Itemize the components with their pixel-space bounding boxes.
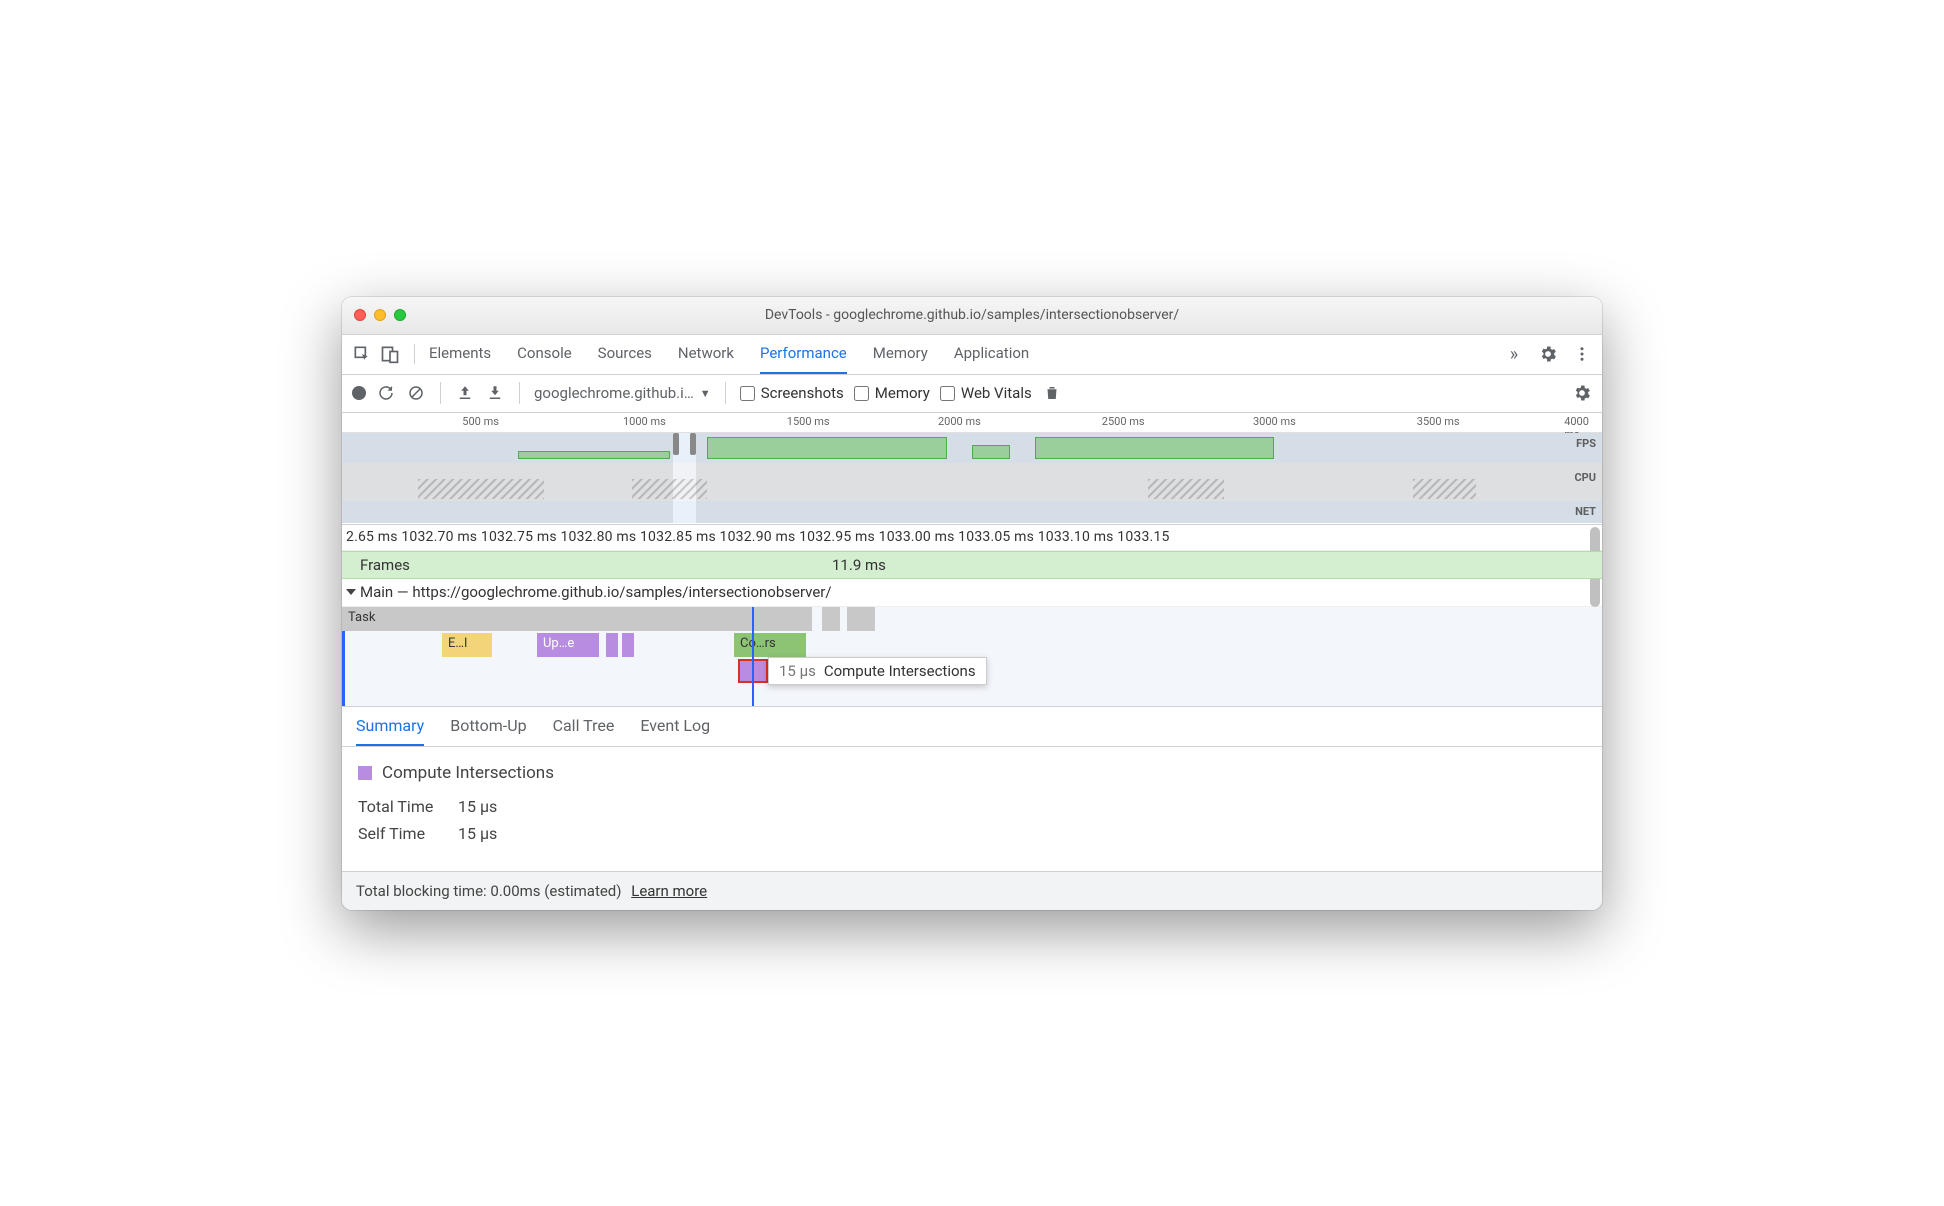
flame-event[interactable]: E…l <box>442 633 492 657</box>
details-tabs: Summary Bottom-Up Call Tree Event Log <box>342 707 1602 747</box>
ruler-tick: 1000 ms <box>623 415 666 428</box>
overview-handle-right[interactable] <box>690 433 696 455</box>
inspect-element-icon[interactable] <box>352 344 372 364</box>
ruler-tick: 500 ms <box>462 415 499 428</box>
performance-toolbar: googlechrome.github.i… ▼ Screenshots Mem… <box>342 375 1602 413</box>
dropdown-icon: ▼ <box>700 387 711 400</box>
recording-url: googlechrome.github.i… <box>534 384 694 402</box>
tab-network[interactable]: Network <box>678 335 734 374</box>
more-tabs-icon[interactable]: » <box>1504 344 1524 364</box>
devtools-window: DevTools - googlechrome.github.io/sample… <box>342 297 1602 910</box>
timeline-overview[interactable]: 500 ms 1000 ms 1500 ms 2000 ms 2500 ms 3… <box>342 413 1602 525</box>
tooltip-time: 15 µs <box>779 662 816 680</box>
flame-task[interactable]: Task <box>342 607 812 631</box>
dtab-summary[interactable]: Summary <box>356 707 424 746</box>
overview-handle-left[interactable] <box>673 433 679 455</box>
memory-checkbox[interactable]: Memory <box>854 384 930 402</box>
blocking-time-footer: Total blocking time: 0.00ms (estimated) … <box>342 871 1602 910</box>
frames-label: Frames <box>342 556 410 574</box>
garbage-collect-icon[interactable] <box>1042 383 1062 403</box>
overview-ruler: 500 ms 1000 ms 1500 ms 2000 ms 2500 ms 3… <box>342 413 1602 433</box>
playhead-line[interactable] <box>752 607 754 706</box>
summary-total-time: Total Time 15 µs <box>358 797 1586 816</box>
frames-duration: 11.9 ms <box>832 556 886 574</box>
main-thread-header[interactable]: Main — https://googlechrome.github.io/sa… <box>342 579 1602 607</box>
flame-task-small[interactable] <box>822 607 840 631</box>
ruler-tick: 2000 ms <box>938 415 981 428</box>
recording-select[interactable]: googlechrome.github.i… ▼ <box>534 384 711 402</box>
blocking-time-text: Total blocking time: 0.00ms (estimated) <box>356 882 622 900</box>
ruler-tick: 2500 ms <box>1102 415 1145 428</box>
flame-update[interactable]: Up…e <box>537 633 599 657</box>
summary-event-name: Compute Intersections <box>358 763 1586 783</box>
flame-task-small[interactable] <box>847 607 875 631</box>
main-thread-title: Main — https://googlechrome.github.io/sa… <box>360 583 832 601</box>
learn-more-link[interactable]: Learn more <box>631 882 707 900</box>
record-button[interactable] <box>352 386 366 400</box>
capture-settings-icon[interactable] <box>1572 383 1592 403</box>
flame-chart[interactable]: Task E…l Up…e Co…rs 15 µs Compute Inters… <box>342 607 1602 707</box>
tab-console[interactable]: Console <box>517 335 572 374</box>
panel-tabs: Elements Console Sources Network Perform… <box>429 335 1504 374</box>
category-swatch-icon <box>358 766 372 780</box>
tooltip-name: Compute Intersections <box>824 662 976 680</box>
clear-icon[interactable] <box>406 383 426 403</box>
devtools-tabs-bar: Elements Console Sources Network Perform… <box>342 335 1602 375</box>
flame-update-small[interactable] <box>622 633 634 657</box>
web-vitals-checkbox[interactable]: Web Vitals <box>940 384 1032 402</box>
summary-self-time: Self Time 15 µs <box>358 824 1586 843</box>
flame-tooltip: 15 µs Compute Intersections <box>768 657 987 685</box>
ruler-tick: 1500 ms <box>787 415 830 428</box>
dtab-call-tree[interactable]: Call Tree <box>553 707 615 746</box>
tab-application[interactable]: Application <box>954 335 1029 374</box>
flame-ruler-ticks: 2.65 ms 1032.70 ms 1032.75 ms 1032.80 ms… <box>346 529 1170 545</box>
tab-performance[interactable]: Performance <box>760 335 847 374</box>
settings-icon[interactable] <box>1538 344 1558 364</box>
titlebar: DevTools - googlechrome.github.io/sample… <box>342 297 1602 335</box>
flame-update-small[interactable] <box>606 633 618 657</box>
device-toolbar-icon[interactable] <box>380 344 400 364</box>
tab-elements[interactable]: Elements <box>429 335 491 374</box>
tab-sources[interactable]: Sources <box>598 335 652 374</box>
reload-icon[interactable] <box>376 383 396 403</box>
window-title: DevTools - googlechrome.github.io/sample… <box>342 307 1602 323</box>
tab-memory[interactable]: Memory <box>873 335 928 374</box>
dtab-bottom-up[interactable]: Bottom-Up <box>450 707 526 746</box>
frames-track[interactable]: Frames 11.9 ms <box>342 551 1602 579</box>
save-profile-icon[interactable] <box>485 383 505 403</box>
ruler-tick: 3500 ms <box>1417 415 1460 428</box>
flame-ruler[interactable]: 2.65 ms 1032.70 ms 1032.75 ms 1032.80 ms… <box>342 525 1602 551</box>
screenshots-checkbox[interactable]: Screenshots <box>740 384 844 402</box>
flame-composite[interactable]: Co…rs <box>734 633 806 657</box>
dtab-event-log[interactable]: Event Log <box>640 707 710 746</box>
load-profile-icon[interactable] <box>455 383 475 403</box>
ruler-tick: 3000 ms <box>1253 415 1296 428</box>
disclosure-triangle-icon[interactable] <box>346 589 356 595</box>
summary-panel: Compute Intersections Total Time 15 µs S… <box>342 747 1602 871</box>
more-menu-icon[interactable] <box>1572 344 1592 364</box>
overview-rows: FPS CPU NET <box>342 433 1602 523</box>
